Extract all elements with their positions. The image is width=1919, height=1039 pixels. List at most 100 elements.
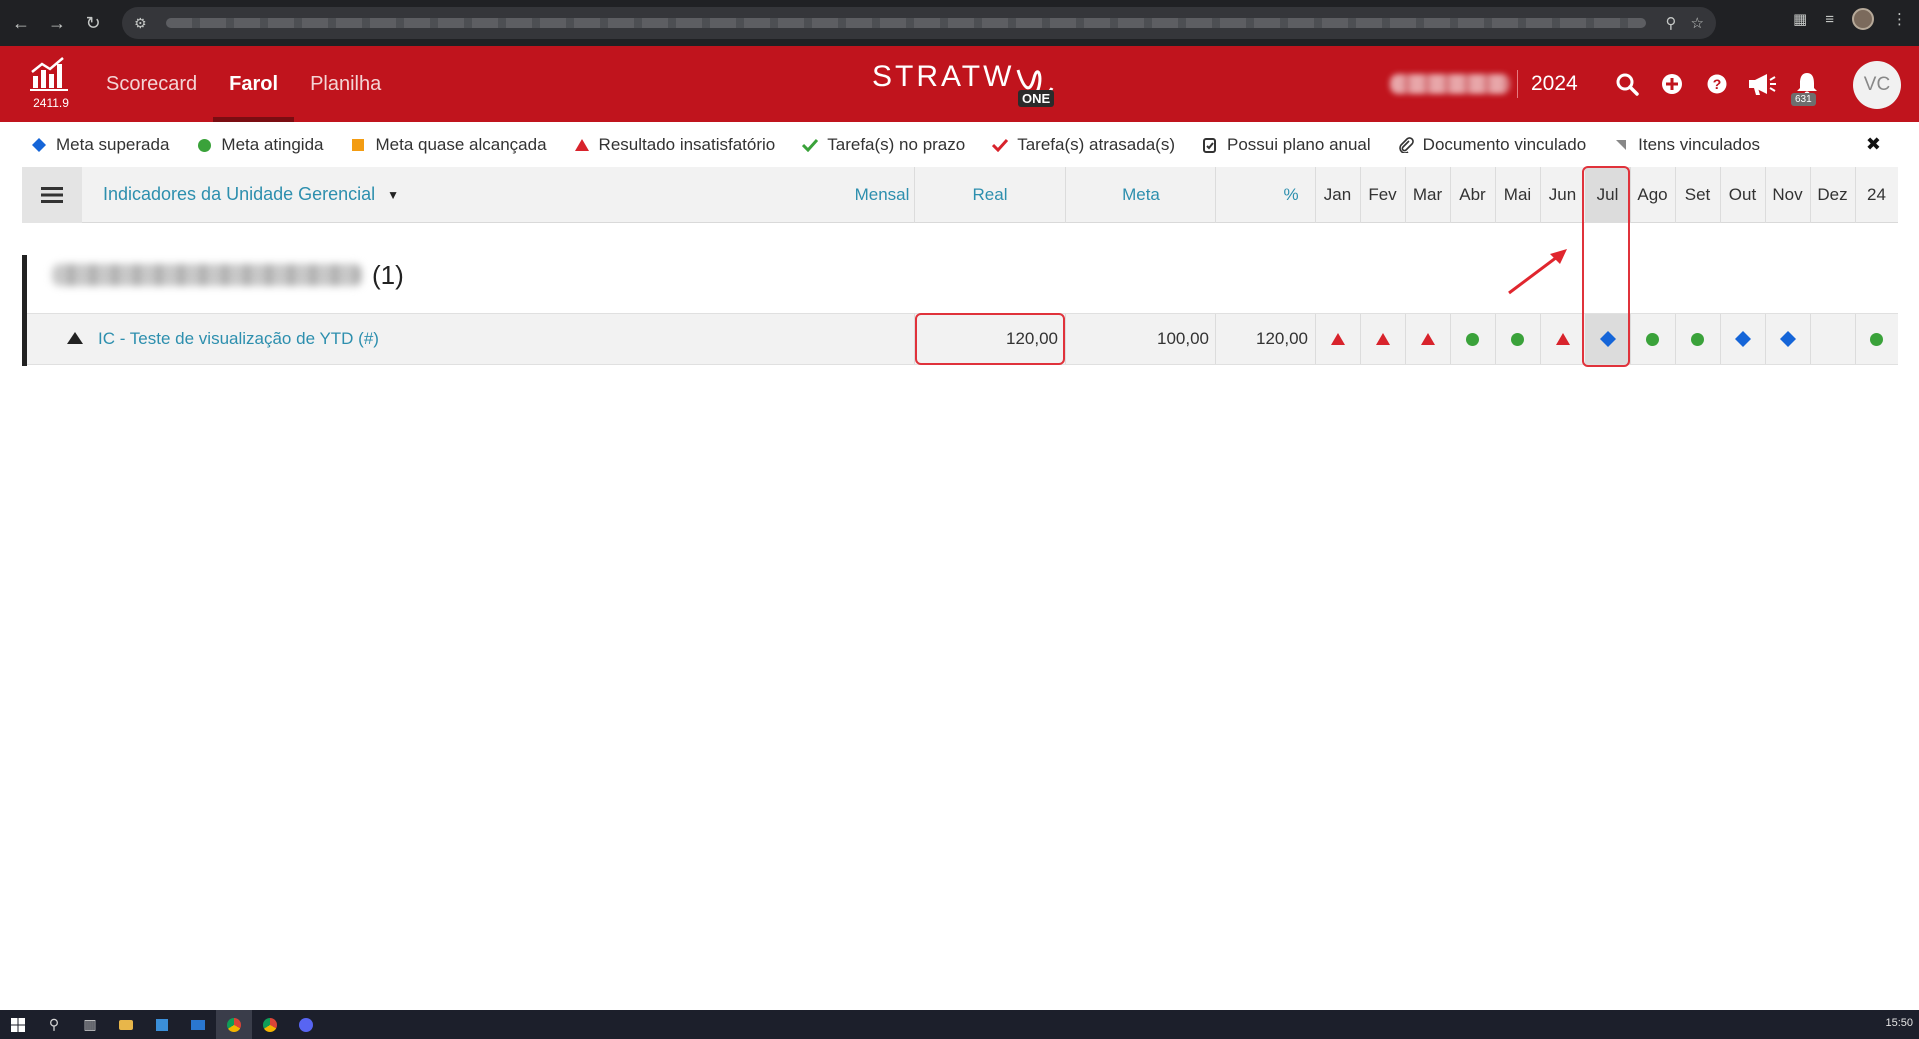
check-green-icon <box>801 138 819 152</box>
group-title: (1) <box>52 258 404 292</box>
col-month[interactable]: Out <box>1720 167 1765 223</box>
cell-month-status[interactable] <box>1765 314 1810 364</box>
col-month[interactable]: Fev <box>1360 167 1405 223</box>
chrome-icon[interactable] <box>252 1010 288 1039</box>
circle-green-icon <box>1510 332 1525 347</box>
discord-icon[interactable] <box>288 1010 324 1039</box>
browser-profile-icon[interactable] <box>1852 8 1874 30</box>
chrome-active-icon[interactable] <box>216 1010 252 1039</box>
legend-label: Tarefa(s) no prazo <box>827 135 966 154</box>
legend-bar: Meta superada Meta atingida Meta quase a… <box>0 122 1919 168</box>
tab-farol[interactable]: Farol <box>213 46 294 122</box>
legend-label: Tarefa(s) atrasada(s) <box>1017 135 1175 154</box>
col-month[interactable]: Dez <box>1810 167 1855 223</box>
col-month[interactable]: Jan <box>1315 167 1360 223</box>
year-selector[interactable]: 2024 <box>1531 72 1578 96</box>
blurred-url <box>166 18 1646 28</box>
mail-icon[interactable] <box>180 1010 216 1039</box>
col-year[interactable]: 24 <box>1855 167 1898 223</box>
circle-green-icon <box>1645 332 1660 347</box>
trend-up-icon <box>67 332 83 344</box>
legend-label: Itens vinculados <box>1638 135 1761 154</box>
search-icon[interactable] <box>1604 72 1649 96</box>
cell-year-status[interactable] <box>1855 314 1898 364</box>
legend-item: Possui plano anual <box>1201 135 1371 155</box>
legend-item: Itens vinculados <box>1612 135 1760 155</box>
file-explorer-icon[interactable] <box>108 1010 144 1039</box>
col-month[interactable]: Set <box>1675 167 1720 223</box>
cell-month-status[interactable] <box>1450 314 1495 364</box>
cell-month-status[interactable] <box>1405 314 1450 364</box>
taskbar-search-icon[interactable]: ⚲ <box>36 1010 72 1039</box>
back-icon[interactable]: ← <box>6 8 36 38</box>
address-bar[interactable]: ⚙ ⚲ ☆ <box>122 7 1716 39</box>
cell-month-status[interactable] <box>1315 314 1360 364</box>
triangle-red-icon <box>1330 332 1346 346</box>
zoom-icon[interactable]: ⚲ <box>1666 14 1677 32</box>
windows-start-icon[interactable] <box>0 1010 36 1039</box>
app-logo[interactable]: 2411.9 <box>26 56 72 112</box>
header-divider <box>1517 70 1518 98</box>
forward-icon[interactable]: → <box>42 8 72 38</box>
hamburger-menu-button[interactable] <box>22 167 82 223</box>
cell-month-status[interactable] <box>1675 314 1720 364</box>
legend-label: Possui plano anual <box>1227 135 1371 154</box>
col-month[interactable]: Abr <box>1450 167 1495 223</box>
tab-scorecard[interactable]: Scorecard <box>90 46 213 122</box>
col-meta[interactable]: Meta <box>1066 167 1216 223</box>
site-info-icon[interactable]: ⚙ <box>134 15 152 32</box>
tab-planilha[interactable]: Planilha <box>294 46 397 122</box>
bookmark-star-icon[interactable]: ☆ <box>1691 14 1704 32</box>
store-icon[interactable] <box>144 1010 180 1039</box>
reload-icon[interactable]: ↻ <box>78 8 108 38</box>
help-icon[interactable]: ? <box>1694 74 1739 94</box>
browser-menu-icon[interactable]: ⋮ <box>1892 10 1907 28</box>
cell-percent: 120,00 <box>1256 329 1308 348</box>
circle-green-icon <box>1465 332 1480 347</box>
legend-label: Resultado insatisfatório <box>598 135 776 154</box>
extensions-icon[interactable]: ▦ <box>1793 10 1807 28</box>
triangle-red-icon <box>1420 332 1436 346</box>
user-avatar[interactable]: VC <box>1853 61 1901 109</box>
chart-logo-icon <box>30 57 68 91</box>
close-legend-icon[interactable]: ✖ <box>1866 134 1881 155</box>
indicator-group-selector[interactable]: Indicadores da Unidade Gerencial ▼ <box>103 184 399 205</box>
cell-month-status[interactable] <box>1540 314 1585 364</box>
blurred-username <box>1390 74 1510 94</box>
legend-item: Meta quase alcançada <box>349 135 547 155</box>
diamond-blue-icon <box>1734 330 1752 348</box>
svg-text:?: ? <box>1712 76 1721 92</box>
brand-logo: STRATW ONE <box>872 60 1055 110</box>
col-month[interactable]: Jun <box>1540 167 1585 223</box>
legend-label: Documento vinculado <box>1422 135 1587 154</box>
app-version: 2411.9 <box>33 96 69 110</box>
add-icon[interactable] <box>1649 73 1694 95</box>
megaphone-icon[interactable] <box>1739 72 1784 96</box>
browser-toolbar: ← → ↻ ⚙ ⚲ ☆ ▦ ≡ ⋮ <box>0 0 1919 46</box>
cell-month-status[interactable] <box>1630 314 1675 364</box>
cell-meta: 100,00 <box>1157 329 1209 348</box>
col-month[interactable]: Mar <box>1405 167 1450 223</box>
group-count: (1) <box>372 259 404 290</box>
annotation-arrow-icon <box>1508 249 1567 295</box>
col-month[interactable]: Mai <box>1495 167 1540 223</box>
square-orange-icon <box>349 138 367 152</box>
col-real[interactable]: Real <box>915 167 1065 223</box>
col-month[interactable]: Nov <box>1765 167 1810 223</box>
cell-month-status[interactable] <box>1720 314 1765 364</box>
brand-word: STRATW <box>872 60 1015 93</box>
triangle-red-icon <box>1375 332 1391 346</box>
tab-search-icon[interactable]: ≡ <box>1825 11 1834 28</box>
legend-item: Tarefa(s) no prazo <box>801 135 965 155</box>
indicator-name-link[interactable]: IC - Teste de visualização de YTD (#) <box>98 329 379 349</box>
cell-month-status[interactable] <box>1360 314 1405 364</box>
table-title: Indicadores da Unidade Gerencial <box>103 184 376 204</box>
col-month[interactable]: Ago <box>1630 167 1675 223</box>
triangle-red-icon <box>573 138 591 152</box>
cell-month-status[interactable] <box>1495 314 1540 364</box>
check-red-icon <box>991 138 1009 152</box>
task-view-icon[interactable]: ▥ <box>72 1010 108 1039</box>
triangle-red-icon <box>1555 332 1571 346</box>
notifications-bell-icon[interactable]: 631 <box>1784 71 1829 106</box>
legend-item: Resultado insatisfatório <box>573 135 776 155</box>
